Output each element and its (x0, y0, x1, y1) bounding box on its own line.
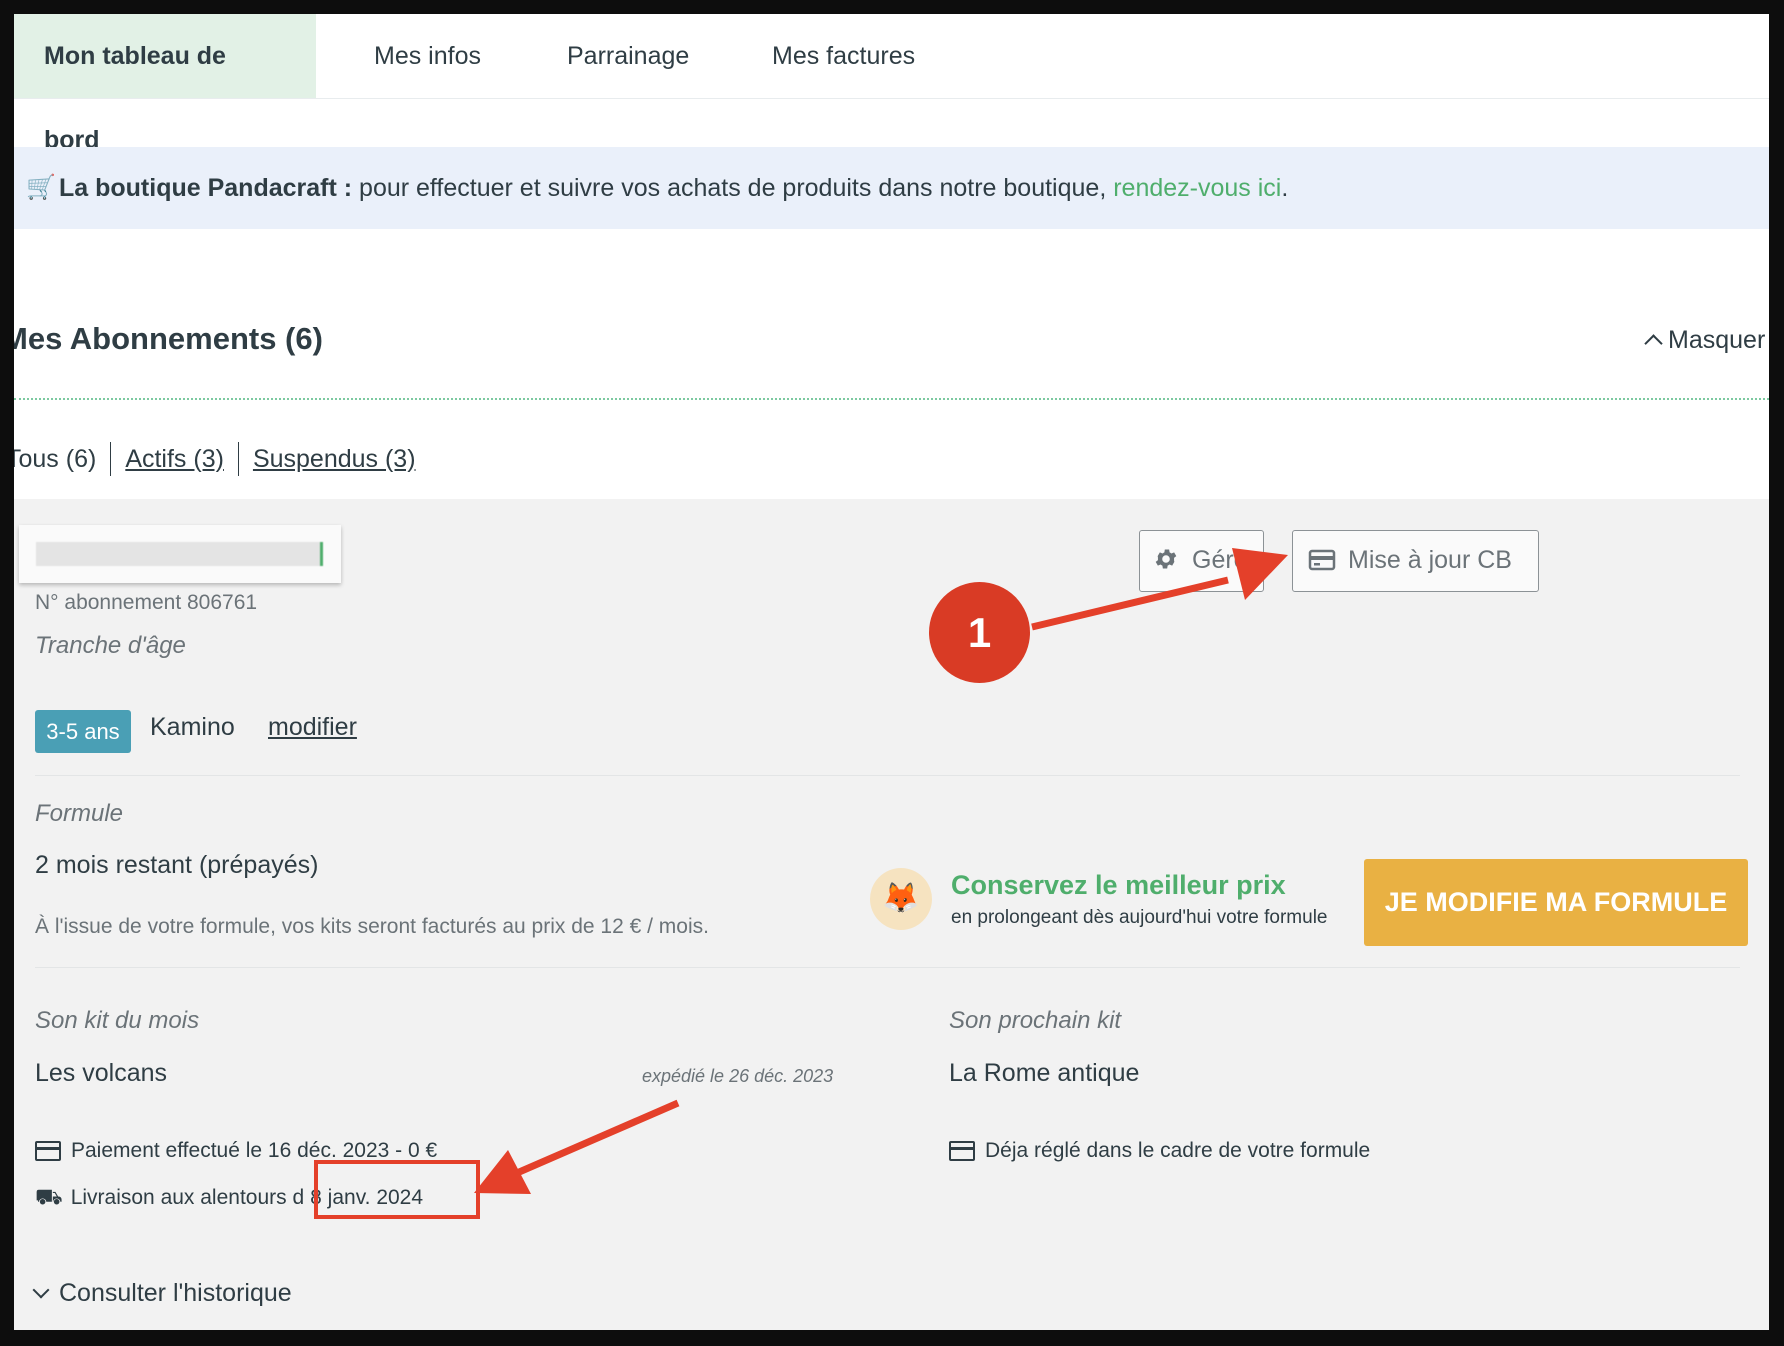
subscription-number: N° abonnement 806761 (35, 591, 258, 614)
current-kit-name: Les volcans (35, 1059, 168, 1087)
chevron-down-icon (32, 1281, 50, 1299)
fox-mascot-icon: 🦊 (870, 868, 932, 930)
card-divider (35, 775, 1740, 776)
shipped-date: expédié le 26 déc. 2023 (642, 1066, 834, 1086)
gear-icon (1153, 546, 1179, 579)
next-payment-line: Déja réglé dans le cadre de votre formul… (949, 1139, 1370, 1163)
hide-toggle[interactable]: Masquer (1644, 326, 1766, 355)
formula-label: Formule (35, 800, 124, 827)
browser-frame: Mon tableau de bord Mes infos Parrainage… (14, 14, 1769, 1330)
filter-active[interactable]: Actifs (3) (125, 445, 224, 474)
history-label: Consulter l'historique (59, 1279, 292, 1307)
modify-formula-button[interactable]: JE MODIFIE MA FORMULE (1364, 859, 1748, 946)
subscription-name-box (19, 525, 341, 583)
banner-link[interactable]: rendez-vous ici (1113, 174, 1281, 202)
filter-suspended[interactable]: Suspendus (3) (253, 445, 416, 474)
credit-card-icon (1308, 548, 1336, 579)
update-card-button[interactable]: Mise à jour CB (1292, 530, 1539, 592)
update-card-label: Mise à jour CB (1348, 546, 1512, 574)
filter-separator (237, 442, 239, 476)
shopping-cart-icon: 🛒 (26, 174, 56, 201)
credit-card-icon (949, 1141, 975, 1162)
next-kit-label: Son prochain kit (949, 1007, 1122, 1034)
modify-link[interactable]: modifier (268, 713, 357, 742)
manage-button-label: Gérer (1192, 546, 1256, 574)
top-nav: Mon tableau de bord Mes infos Parrainage… (14, 14, 1769, 154)
formula-note: À l'issue de votre formule, vos kits ser… (35, 915, 709, 938)
history-toggle[interactable]: Consulter l'historique (32, 1279, 292, 1308)
age-range-label: Tranche d'âge (35, 632, 186, 659)
banner-end: . (1281, 174, 1289, 202)
truck-icon: ⛟ (35, 1184, 63, 1209)
redacted-name (36, 542, 323, 566)
banner-body: pour effectuer et suivre vos achats de p… (352, 174, 1114, 202)
step-number-badge: 1 (929, 582, 1030, 683)
subscriptions-title: Mes Abonnements (6) (14, 321, 323, 356)
section-divider (14, 398, 1769, 400)
subscription-filters: Tous (6) Actifs (3) Suspendus (3) (14, 442, 416, 476)
delivery-prefix: Livraison aux alentours d (70, 1186, 305, 1210)
promo-title: Conservez le meilleur prix (951, 870, 1286, 900)
age-badge: 3-5 ans (35, 710, 131, 753)
card-divider (35, 967, 1740, 968)
next-payment-text: Déja réglé dans le cadre de votre formul… (985, 1139, 1371, 1162)
tab-invoices[interactable]: Mes factures (742, 14, 945, 98)
formula-value: 2 mois restant (prépayés) (35, 851, 319, 879)
tab-my-info[interactable]: Mes infos (344, 14, 511, 98)
child-name: Kamino (150, 713, 235, 741)
current-kit-label: Son kit du mois (35, 1007, 200, 1034)
payment-text: Paiement effectué le 16 déc. 2023 - 0 € (71, 1139, 438, 1162)
tab-dashboard[interactable]: Mon tableau de bord (14, 14, 316, 154)
shop-banner: 🛒 La boutique Pandacraft : pour effectue… (14, 147, 1769, 229)
next-kit-name: La Rome antique (949, 1059, 1140, 1087)
filter-separator (110, 442, 112, 476)
chevron-up-icon (1644, 334, 1663, 353)
highlight-box (314, 1160, 480, 1219)
manage-button[interactable]: Gérer (1139, 530, 1264, 592)
hide-toggle-label: Masquer (1668, 326, 1766, 354)
subscription-card: N° abonnement 806761 Gérer Mise à jour C… (14, 499, 1769, 1330)
credit-card-icon (35, 1141, 61, 1162)
banner-text: La boutique Pandacraft : pour effectuer … (59, 147, 1288, 229)
filter-all[interactable]: Tous (6) (14, 445, 96, 474)
banner-bold: La boutique Pandacraft : (59, 174, 353, 202)
promo-subtitle: en prolongeant dès aujourd'hui votre for… (951, 907, 1328, 928)
tab-referral[interactable]: Parrainage (537, 14, 719, 98)
